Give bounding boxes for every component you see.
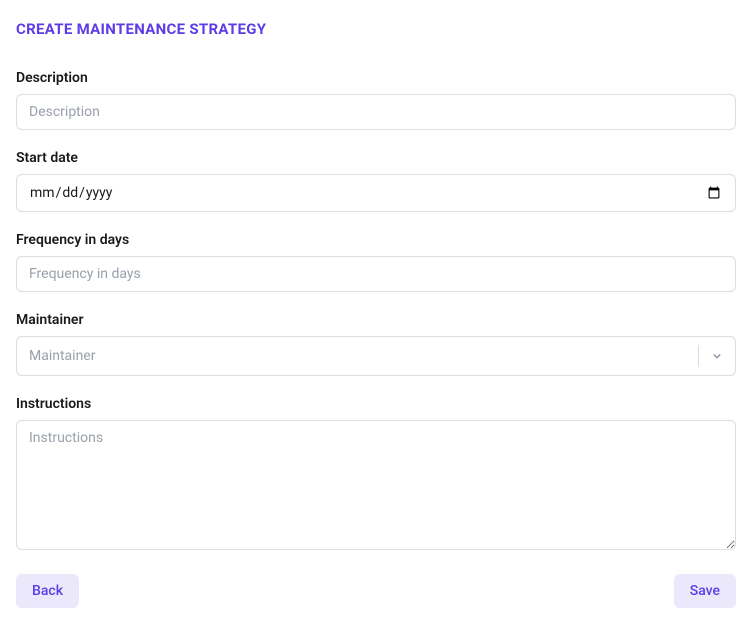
maintainer-select[interactable]: Maintainer [16,336,736,376]
start-date-input[interactable] [16,174,736,212]
description-group: Description [16,70,736,130]
instructions-label: Instructions [16,396,736,412]
maintainer-label: Maintainer [16,312,736,328]
frequency-input[interactable] [16,256,736,292]
back-button[interactable]: Back [16,574,79,608]
button-row: Back Save [16,574,736,608]
page-title: CREATE MAINTENANCE STRATEGY [16,20,736,38]
frequency-group: Frequency in days [16,232,736,292]
description-label: Description [16,70,736,86]
start-date-group: Start date [16,150,736,212]
instructions-textarea[interactable] [16,420,736,550]
instructions-group: Instructions [16,396,736,554]
maintainer-group: Maintainer Maintainer [16,312,736,376]
start-date-wrapper [16,174,736,212]
start-date-label: Start date [16,150,736,166]
chevron-down-icon [709,348,725,364]
maintainer-select-placeholder: Maintainer [17,337,698,375]
select-indicator [699,337,735,375]
description-input[interactable] [16,94,736,130]
save-button[interactable]: Save [674,574,736,608]
frequency-label: Frequency in days [16,232,736,248]
